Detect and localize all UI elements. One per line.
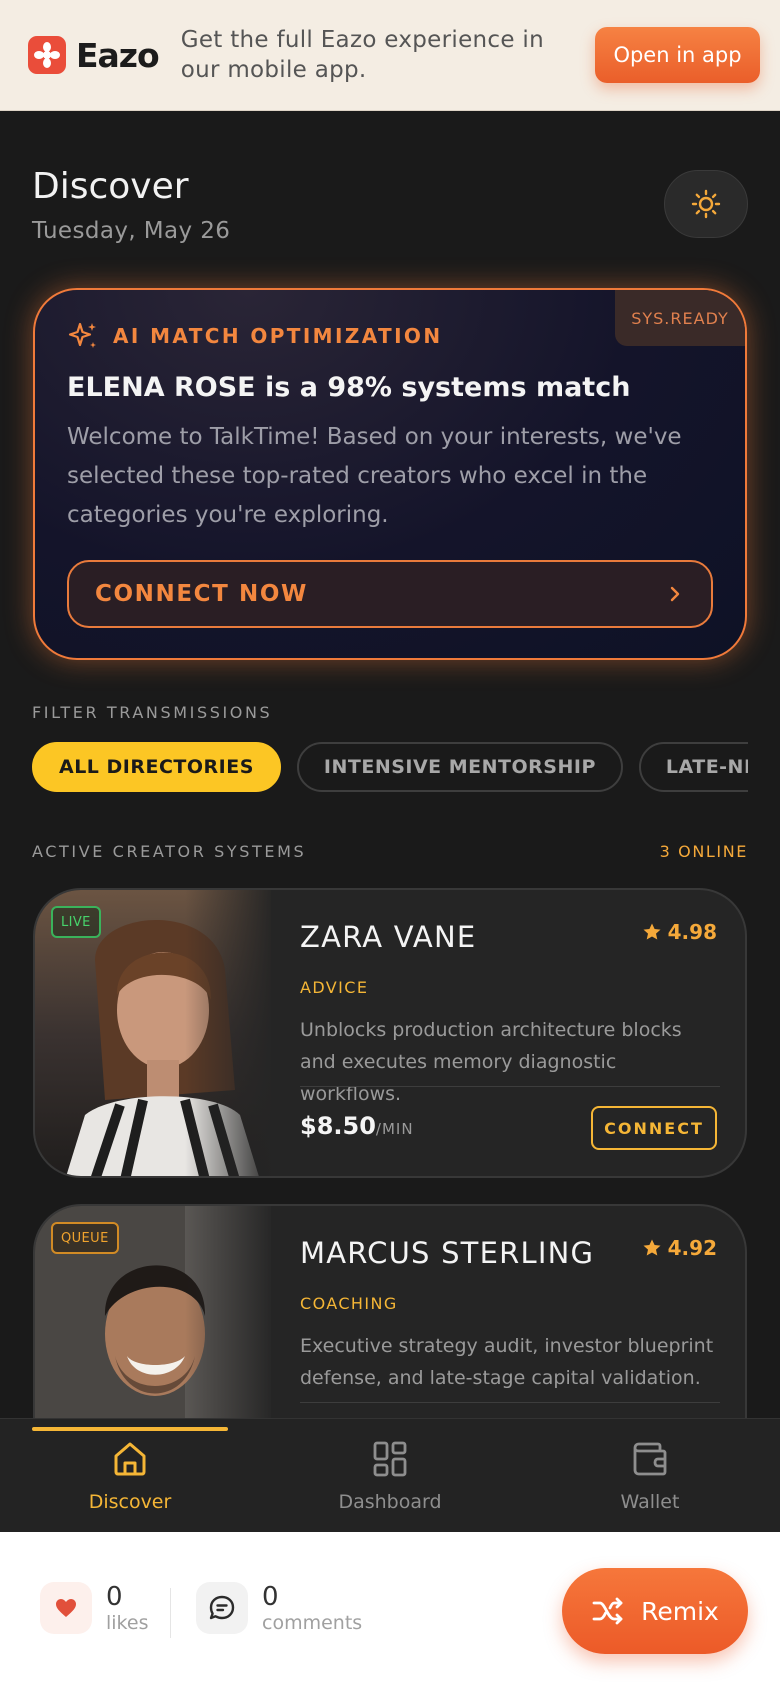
creator-description: Unblocks production architecture blocks …: [300, 1019, 682, 1105]
likes-count: 0: [106, 1582, 123, 1612]
likes-stat[interactable]: 0 likes: [40, 1582, 148, 1634]
price-value: $8.50: [300, 1112, 376, 1140]
eazo-logo-icon: [28, 36, 66, 74]
nav-label: Dashboard: [338, 1491, 442, 1513]
ai-match-title: ELENA ROSE is a 98% systems match: [67, 372, 631, 403]
remix-label: Remix: [641, 1596, 719, 1626]
creators-section-label: ACTIVE CREATOR SYSTEMS: [32, 842, 307, 861]
comments-count: 0: [262, 1582, 279, 1612]
theme-toggle-button[interactable]: [664, 170, 748, 238]
sys-ready-badge: SYS.READY: [615, 290, 745, 346]
chip-intensive-mentorship[interactable]: INTENSIVE MENTORSHIP: [296, 742, 623, 792]
status-badge: LIVE: [51, 906, 101, 938]
nav-label: Wallet: [620, 1491, 680, 1513]
sparkle-icon: [68, 322, 96, 348]
creator-description: Executive strategy audit, investor bluep…: [300, 1335, 714, 1389]
ai-kicker-label: AI MATCH OPTIMIZATION: [113, 324, 443, 348]
heart-icon: [40, 1582, 92, 1634]
connect-now-label: CONNECT NOW: [95, 581, 308, 607]
grid-icon: [373, 1441, 407, 1477]
online-count: 3 ONLINE: [659, 842, 748, 861]
page-title: Discover: [32, 166, 189, 207]
creator-name: ZARA VANE: [300, 920, 477, 954]
creator-price: $8.50/MIN: [300, 1112, 414, 1140]
photo-fade: [185, 890, 275, 1176]
creator-name: MARCUS STERLING: [300, 1236, 595, 1270]
ai-match-body: Welcome to TalkTime! Based on your inter…: [67, 424, 682, 528]
creator-card[interactable]: LIVE ZARA VANE 4.98 ADVICE Unblocks prod…: [33, 888, 747, 1178]
banner-text: Get the full Eazo experience in our mobi…: [180, 27, 544, 83]
chevron-right-icon: [670, 586, 680, 602]
creator-category: ADVICE: [300, 978, 369, 997]
nav-item-discover[interactable]: Discover: [0, 1419, 260, 1533]
sun-icon: [691, 189, 721, 219]
star-icon: [643, 923, 661, 940]
nav-item-wallet[interactable]: Wallet: [520, 1419, 780, 1533]
divider: [300, 1402, 720, 1403]
footer-divider: [170, 1588, 171, 1638]
nav-label: Discover: [88, 1491, 172, 1513]
brand: Eazo: [28, 35, 160, 75]
comment-icon: [196, 1582, 248, 1634]
filter-chips: ALL DIRECTORIES INTENSIVE MENTORSHIP LAT…: [32, 742, 748, 792]
comments-label: comments: [262, 1612, 363, 1634]
home-icon: [114, 1442, 146, 1476]
price-unit: /MIN: [375, 1120, 414, 1138]
open-in-app-button[interactable]: Open in app: [595, 27, 760, 83]
star-icon: [643, 1239, 661, 1256]
rating-value: 4.92: [667, 1236, 717, 1260]
likes-label: likes: [106, 1612, 149, 1634]
shuffle-icon: [592, 1597, 623, 1625]
remix-button[interactable]: Remix: [562, 1568, 748, 1654]
rating-value: 4.98: [667, 920, 717, 944]
page-date: Tuesday, May 26: [32, 218, 231, 244]
comments-stat[interactable]: 0 comments: [196, 1582, 362, 1634]
creator-rating: 4.92: [642, 1236, 717, 1260]
filter-section-label: FILTER TRANSMISSIONS: [32, 703, 273, 722]
creator-category: COACHING: [300, 1294, 398, 1313]
chip-late-night[interactable]: LATE-NIGHT: [638, 742, 748, 792]
ai-match-card: SYS.READY AI MATCH OPTIMIZATION ELENA RO…: [33, 288, 747, 660]
nav-item-dashboard[interactable]: Dashboard: [260, 1419, 520, 1533]
app-download-banner: Eazo Get the full Eazo experience in our…: [0, 0, 780, 111]
chip-all-directories[interactable]: ALL DIRECTORIES: [32, 742, 281, 792]
connect-button[interactable]: CONNECT: [591, 1106, 717, 1150]
bottom-nav: Discover Dashboard Wallet: [0, 1418, 780, 1532]
creator-rating: 4.98: [642, 920, 717, 944]
divider: [300, 1086, 720, 1087]
status-badge: QUEUE: [51, 1222, 119, 1254]
connect-now-button[interactable]: CONNECT NOW: [67, 560, 713, 628]
brand-name: Eazo: [76, 35, 160, 75]
ai-kicker: AI MATCH OPTIMIZATION: [67, 320, 442, 352]
wallet-icon: [633, 1442, 667, 1476]
